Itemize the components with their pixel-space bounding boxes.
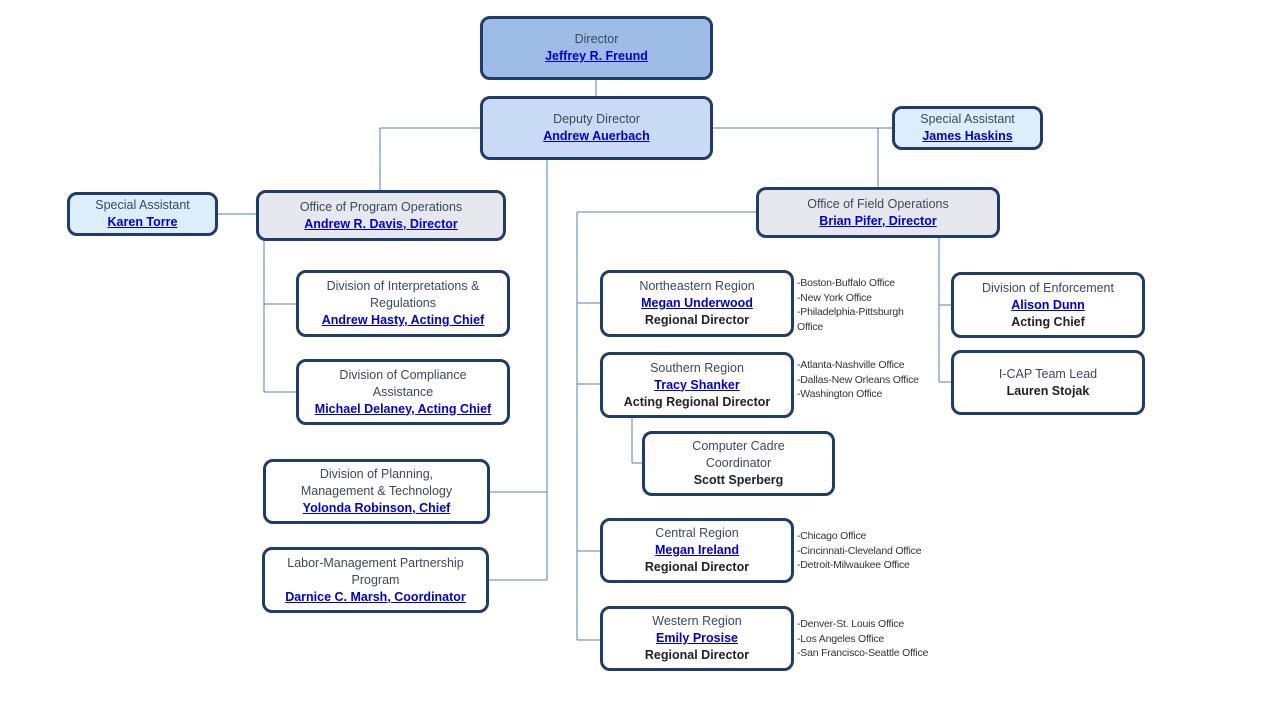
region-title: Northeastern Region — [639, 279, 755, 293]
region-director-link[interactable]: Emily Prosise — [656, 630, 738, 647]
office-item: -Atlanta-Nashville Office — [797, 359, 905, 371]
region-title: Central Region — [655, 526, 739, 540]
labor-management-partnership-box: Labor-Management Partnership Program Dar… — [262, 547, 489, 613]
region-offices-list: -Atlanta-Nashville Office -Dallas-New Or… — [797, 358, 919, 402]
division-title-line: Division of Planning, — [319, 467, 434, 481]
division-title: Division of Enforcement — [981, 280, 1114, 295]
region-title: Southern Region — [650, 360, 744, 375]
office-title: Office of Program Operations — [299, 199, 463, 214]
office-director-link[interactable]: Brian Pifer, Director — [819, 213, 936, 230]
region-offices-list: -Denver-St. Louis Office -Los Angeles Of… — [797, 617, 928, 661]
region-role: Acting Regional Director — [623, 394, 771, 409]
region-central-box: Central Region Megan Ireland Regional Di… — [600, 518, 794, 583]
office-item: -Denver-St. Louis Office — [797, 618, 905, 630]
coordinator-link[interactable]: Darnice C. Marsh, Coordinator — [285, 589, 466, 606]
division-title-line: Regulations — [369, 296, 436, 310]
region-southern-box: Southern Region Tracy Shanker Acting Reg… — [600, 352, 794, 418]
division-chief-link[interactable]: Andrew Hasty, Acting Chief — [322, 312, 485, 329]
division-title-line: Assistance — [372, 384, 434, 399]
division-title-line: Management & Technology — [300, 484, 453, 498]
director-name-link[interactable]: Jeffrey R. Freund — [545, 48, 648, 65]
special-assistant-right-box: Special Assistant James Haskins — [892, 106, 1043, 150]
division-chief-link[interactable]: Alison Dunn — [1011, 297, 1085, 314]
region-title: Western Region — [652, 614, 742, 628]
division-role: Acting Chief — [1011, 314, 1085, 329]
region-role: Regional Director — [644, 648, 750, 662]
special-assistant-name-link[interactable]: Karen Torre — [108, 214, 178, 231]
icap-person: Lauren Stojak — [1006, 383, 1090, 398]
division-compliance-box: Division of Compliance Assistance Michae… — [296, 359, 510, 425]
cadre-person: Scott Sperberg — [693, 473, 784, 487]
region-director-link[interactable]: Megan Underwood — [641, 295, 753, 312]
director-title: Director — [574, 32, 619, 46]
office-item: -Cincinnati-Cleveland Office — [797, 544, 922, 557]
region-director-link[interactable]: Tracy Shanker — [654, 377, 739, 394]
division-enforcement-box: Division of Enforcement Alison Dunn Acti… — [951, 272, 1145, 338]
division-chief-link[interactable]: Yolonda Robinson, Chief — [303, 500, 451, 517]
special-assistant-title: Special Assistant — [95, 198, 190, 212]
office-item: -San Francisco-Seattle Office — [797, 647, 929, 659]
office-item: -Los Angeles Office — [797, 632, 885, 645]
cadre-title-line: Coordinator — [705, 456, 772, 470]
office-item: -Washington Office — [797, 388, 883, 400]
office-title: Office of Field Operations — [807, 196, 949, 211]
director-box: Director Jeffrey R. Freund — [480, 16, 713, 80]
division-interpretations-box: Division of Interpretations & Regulation… — [296, 270, 510, 337]
region-offices-list: -Boston-Buffalo Office -New York Office … — [797, 276, 904, 334]
cadre-title-line: Computer Cadre — [692, 439, 785, 453]
icap-team-lead-box: I-CAP Team Lead Lauren Stojak — [951, 350, 1145, 415]
office-item: -Philadelphia-Pittsburgh — [797, 306, 904, 318]
region-director-link[interactable]: Megan Ireland — [655, 542, 739, 559]
division-title-line: Division of Compliance — [339, 367, 467, 382]
region-offices-list: -Chicago Office -Cincinnati-Cleveland Of… — [797, 529, 922, 573]
office-director-link[interactable]: Andrew R. Davis, Director — [304, 216, 458, 233]
office-item: -Detroit-Milwaukee Office — [797, 559, 910, 571]
office-item: Office — [797, 320, 824, 333]
field-operations-box: Office of Field Operations Brian Pifer, … — [756, 187, 1000, 238]
office-item: -Dallas-New Orleans Office — [797, 373, 919, 386]
special-assistant-left-box: Special Assistant Karen Torre — [67, 192, 218, 236]
special-assistant-title: Special Assistant — [920, 112, 1015, 126]
deputy-name-link[interactable]: Andrew Auerbach — [543, 128, 650, 145]
special-assistant-name-link[interactable]: James Haskins — [922, 128, 1012, 145]
division-title-line: Division of Interpretations & — [326, 279, 480, 293]
division-title-line: Program — [351, 572, 400, 587]
office-item: -Boston-Buffalo Office — [797, 277, 895, 289]
office-item: -New York Office — [797, 291, 872, 304]
computer-cadre-box: Computer Cadre Coordinator Scott Sperber… — [642, 431, 835, 496]
region-role: Regional Director — [644, 313, 750, 327]
region-northeastern-box: Northeastern Region Megan Underwood Regi… — [600, 270, 794, 337]
deputy-director-box: Deputy Director Andrew Auerbach — [480, 96, 713, 160]
division-chief-link[interactable]: Michael Delaney, Acting Chief — [315, 401, 491, 418]
region-western-box: Western Region Emily Prosise Regional Di… — [600, 606, 794, 671]
office-item: -Chicago Office — [797, 530, 867, 542]
deputy-title: Deputy Director — [553, 112, 640, 126]
program-operations-box: Office of Program Operations Andrew R. D… — [256, 190, 506, 241]
icap-title: I-CAP Team Lead — [998, 366, 1098, 381]
division-title-line: Labor-Management Partnership — [287, 555, 464, 570]
division-planning-box: Division of Planning, Management & Techn… — [263, 459, 490, 524]
region-role: Regional Director — [644, 560, 750, 574]
